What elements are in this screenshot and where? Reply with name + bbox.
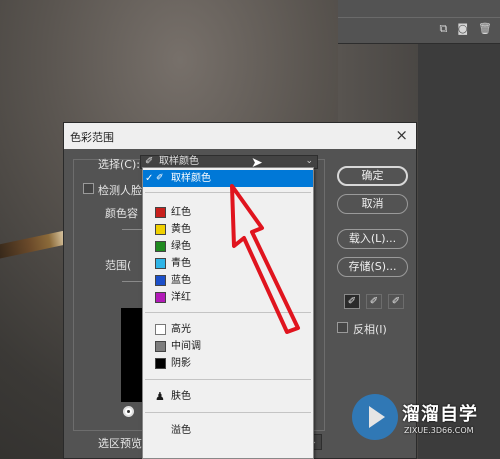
menu-item-sampled-colors[interactable]: ✓ ✐ 取样颜色 <box>143 170 313 187</box>
save-button[interactable]: 存储(S)... <box>337 257 408 277</box>
play-logo-icon <box>352 394 398 440</box>
detect-faces-label: 检测人脸 <box>98 184 142 197</box>
menu-item-highlights[interactable]: 高光 <box>143 321 313 338</box>
watermark: 溜溜自学 ZIXUE.3D66.COM <box>352 394 478 444</box>
menu-item-label: 青色 <box>171 258 191 269</box>
load-button[interactable]: 载入(L)... <box>337 229 408 249</box>
menu-separator <box>145 412 311 413</box>
menu-item-skin-tones[interactable]: ♟ 肤色 <box>143 388 313 405</box>
yellow-swatch-icon <box>155 224 166 235</box>
fuzziness-label: 颜色容 <box>105 207 138 220</box>
eyedropper-icon: ✐ <box>156 173 164 183</box>
menu-item-label: 溢色 <box>171 425 191 436</box>
menu-item-reds[interactable]: 红色 <box>143 204 313 221</box>
menu-item-label: 高光 <box>171 324 191 335</box>
menu-item-label: 中间调 <box>171 341 201 352</box>
invert-checkbox[interactable] <box>337 322 348 333</box>
detect-faces-checkbox[interactable] <box>83 183 94 194</box>
menu-separator <box>145 192 311 193</box>
preview-label: 选区预览: <box>98 437 146 450</box>
menu-item-label: 绿色 <box>171 241 191 252</box>
menu-item-midtones[interactable]: 中间调 <box>143 338 313 355</box>
eyedropper-icon[interactable]: ✐ <box>344 294 360 309</box>
selection-radio[interactable] <box>123 406 134 417</box>
menu-item-out-of-gamut[interactable]: 溢色 <box>143 422 313 439</box>
ok-button[interactable]: 确定 <box>337 166 408 186</box>
menu-item-label: 取样颜色 <box>171 173 211 184</box>
menu-separator <box>145 312 311 313</box>
new-layer-icon[interactable]: ⧉ <box>439 22 447 36</box>
menu-item-shadows[interactable]: 阴影 <box>143 355 313 372</box>
invert-label: 反相(I) <box>353 323 387 336</box>
menu-item-cyans[interactable]: 青色 <box>143 255 313 272</box>
camera-icon[interactable]: ◙ <box>457 22 468 36</box>
menu-item-greens[interactable]: 绿色 <box>143 238 313 255</box>
menu-item-label: 肤色 <box>171 391 191 402</box>
menu-item-label: 红色 <box>171 207 191 218</box>
eyedropper-minus-icon[interactable]: ✐ <box>388 294 404 309</box>
menu-separator <box>145 379 311 380</box>
cancel-button[interactable]: 取消 <box>337 194 408 214</box>
skin-tone-icon: ♟ <box>155 390 165 403</box>
magenta-swatch-icon <box>155 292 166 303</box>
highlights-swatch-icon <box>155 324 166 335</box>
select-value: 取样颜色 <box>159 156 199 167</box>
menu-item-blues[interactable]: 蓝色 <box>143 272 313 289</box>
watermark-url: ZIXUE.3D66.COM <box>404 426 474 435</box>
menu-item-label: 洋红 <box>171 292 191 303</box>
green-swatch-icon <box>155 241 166 252</box>
panel-icons: ⧉ ◙ 🗑 <box>439 22 492 36</box>
layers-panel: ⧉ ◙ 🗑 <box>338 0 500 44</box>
photoshop-workspace: ⧉ ◙ 🗑 色彩范围 × 选择(C): ✐ 取样颜色 ⌄ 检测人脸 颜色容 范围… <box>0 0 500 459</box>
close-icon[interactable]: × <box>395 126 408 144</box>
midtones-swatch-icon <box>155 341 166 352</box>
fuzziness-slider[interactable] <box>122 229 142 230</box>
blue-swatch-icon <box>155 275 166 286</box>
select-label: 选择(C): <box>98 158 140 171</box>
dialog-title: 色彩范围 <box>70 131 114 144</box>
dropdown-arrow-icon: ⌄ <box>305 156 313 166</box>
menu-item-magentas[interactable]: 洋红 <box>143 289 313 306</box>
dialog-titlebar: 色彩范围 × <box>64 123 416 149</box>
trash-icon[interactable]: 🗑 <box>478 22 492 36</box>
range-label: 范围( <box>105 259 132 272</box>
watermark-name: 溜溜自学 <box>402 404 478 425</box>
red-swatch-icon <box>155 207 166 218</box>
menu-item-label: 黄色 <box>171 224 191 235</box>
shadows-swatch-icon <box>155 358 166 369</box>
mouse-cursor-icon: ➤ <box>251 155 263 171</box>
eyedropper-plus-icon[interactable]: ✐ <box>366 294 382 309</box>
cyan-swatch-icon <box>155 258 166 269</box>
checkmark-icon: ✓ <box>145 173 154 184</box>
range-slider[interactable] <box>122 281 142 282</box>
menu-item-label: 蓝色 <box>171 275 191 286</box>
menu-item-label: 阴影 <box>171 358 191 369</box>
panel-divider <box>338 17 500 18</box>
select-dropdown-menu: ✓ ✐ 取样颜色 红色 黄色 绿色 青色 蓝色 洋红 高光 中间调 阴影 ♟ 肤… <box>142 167 314 459</box>
menu-item-yellows[interactable]: 黄色 <box>143 221 313 238</box>
canvas-brush-image <box>0 229 71 261</box>
